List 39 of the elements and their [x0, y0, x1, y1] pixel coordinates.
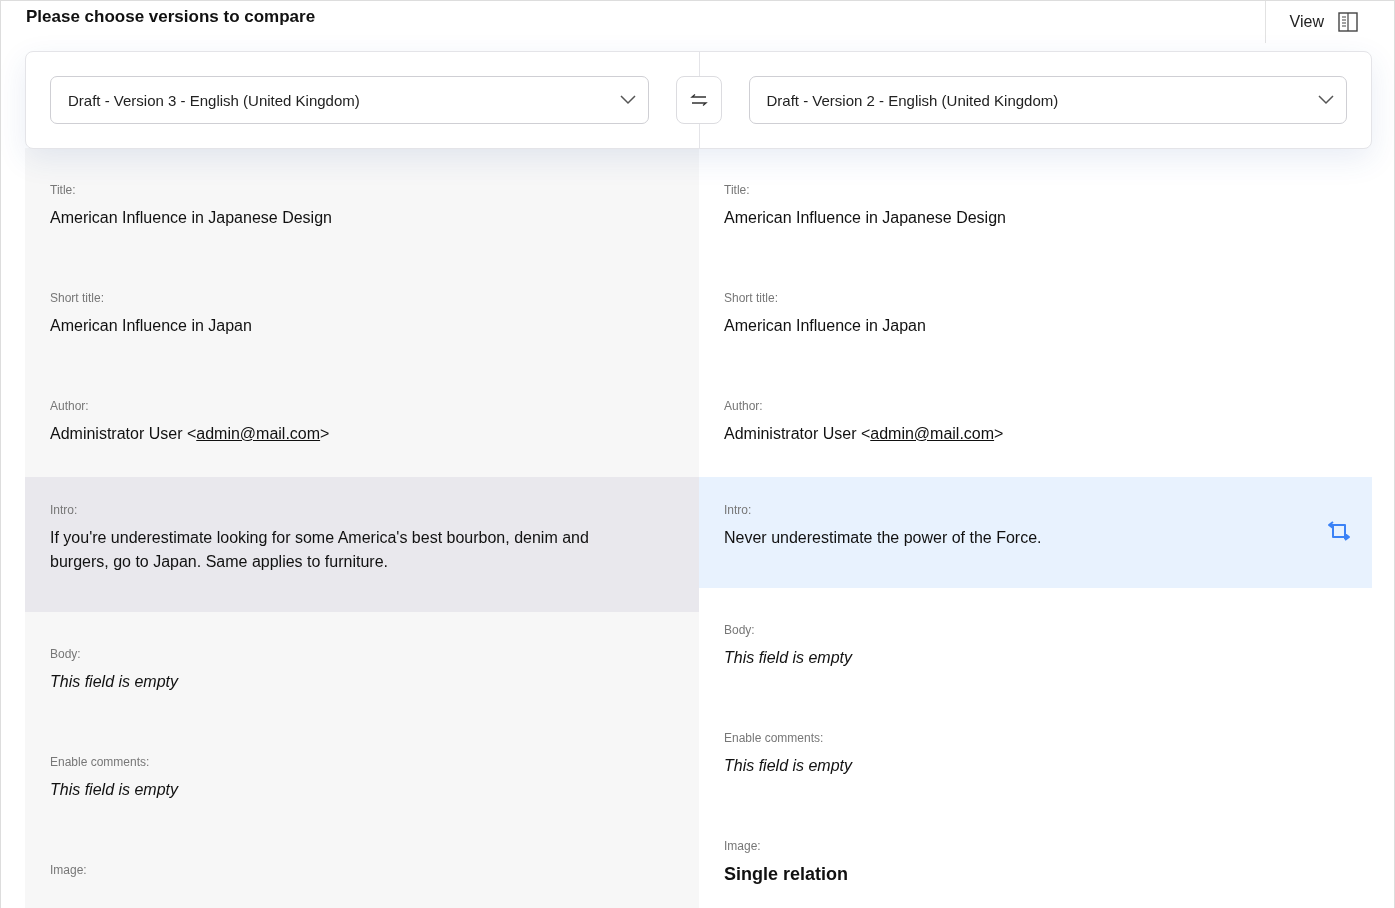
field-value: Single relation — [724, 863, 850, 886]
empty-note: This field is empty — [50, 780, 180, 800]
field-label: Title: — [724, 182, 751, 199]
empty-note: This field is empty — [50, 672, 180, 692]
field-label: Title: — [50, 182, 77, 199]
field-value: American Influence in Japanese Design — [724, 208, 1007, 228]
field-label: Intro: — [724, 502, 753, 519]
swap-icon — [689, 94, 708, 106]
field-label: Author: — [50, 398, 90, 415]
version-select[interactable]: Draft - Version 3 - English (United Kingdom) — [50, 76, 649, 124]
field-label: Short title: — [50, 290, 106, 307]
field-value: American Influence in Japanese Design — [50, 208, 333, 228]
version-select[interactable]: Draft - Version 2 - English (United Kingdom) — [748, 76, 1347, 124]
restore-icon — [1326, 519, 1352, 543]
field-value: Administrator User <admin@mail.com> — [724, 424, 1005, 444]
field-label: Body: — [724, 622, 756, 639]
field-label: Image: — [724, 838, 762, 855]
field-label: Enable comments: — [724, 730, 825, 747]
field-value: Never underestimate the power of the Force. — [724, 528, 1043, 548]
page-title: Please choose versions to compare — [26, 6, 316, 28]
empty-note: This field is empty — [724, 648, 854, 668]
field-value: Administrator User <admin@mail.com> — [50, 424, 331, 444]
field-label: Intro: — [50, 502, 79, 519]
field-value: If you're underestimate looking for some America's best bourbon, denim and burgers, go to Japan. Same applies to furniture. — [50, 528, 590, 572]
field-value: American Influence in Japan — [724, 316, 927, 336]
field-label: Author: — [724, 398, 764, 415]
restore-button[interactable] — [1326, 519, 1352, 543]
swap-button[interactable] — [675, 76, 722, 124]
empty-note: This field is empty — [724, 756, 854, 776]
field-label: Body: — [50, 646, 82, 663]
email-link[interactable]: admin@mail.com — [196, 425, 321, 442]
chevron-down-icon — [619, 95, 636, 105]
field-value: American Influence in Japan — [50, 316, 253, 336]
chevron-down-icon — [1318, 95, 1334, 105]
field-label: Short title: — [724, 290, 780, 307]
field-label: Enable comments: — [50, 754, 151, 771]
field-label: Image: — [50, 862, 88, 879]
email-link[interactable]: admin@mail.com — [870, 425, 995, 442]
columns-icon — [1338, 12, 1358, 32]
